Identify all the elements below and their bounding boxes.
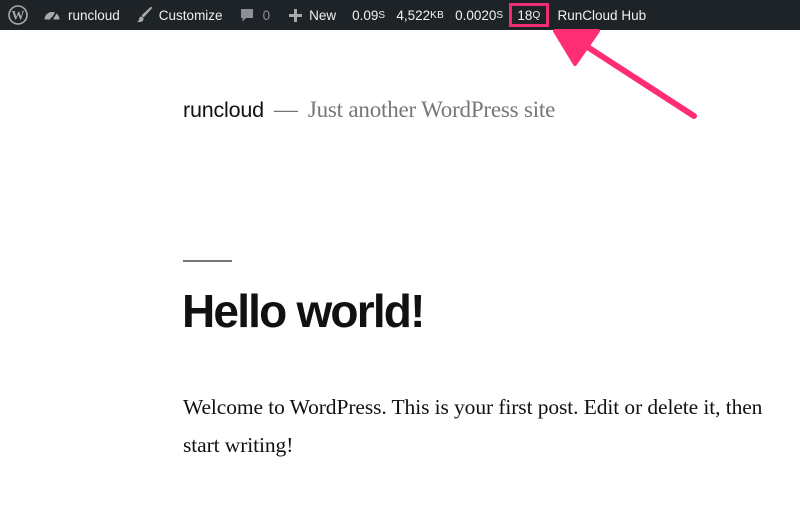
- qm-memory-unit: KB: [430, 9, 445, 21]
- site-title-link[interactable]: runcloud: [183, 98, 264, 123]
- annotation-arrow-shaft: [583, 43, 697, 119]
- qm-db-time-value: 0.0020: [455, 7, 497, 23]
- runcloud-hub-label: RunCloud Hub: [557, 7, 647, 23]
- runcloud-hub-menu[interactable]: RunCloud Hub: [558, 0, 647, 30]
- qm-db-time[interactable]: 0.0020 S: [455, 0, 503, 30]
- customize-button[interactable]: Customize: [136, 0, 223, 30]
- wp-logo-menu[interactable]: W: [8, 0, 28, 30]
- site-title-separator: —: [273, 97, 298, 123]
- customize-label: Customize: [158, 7, 223, 23]
- wordpress-logo-icon: W: [8, 5, 28, 25]
- annotation-arrow-head: [553, 29, 600, 66]
- new-content-menu[interactable]: New: [289, 0, 336, 30]
- admin-bar: W runcloud Customize 0 New 0.09 S 4,522 …: [0, 0, 800, 30]
- qm-page-time[interactable]: 0.09 S: [352, 0, 385, 30]
- qm-page-time-value: 0.09: [352, 7, 379, 23]
- comments-menu[interactable]: 0: [239, 0, 271, 30]
- post-excerpt: Welcome to WordPress. This is your first…: [183, 395, 763, 457]
- site-name-label: runcloud: [68, 7, 120, 23]
- svg-text:W: W: [12, 8, 25, 23]
- site-description: Just another WordPress site: [307, 97, 556, 122]
- comments-count: 0: [262, 7, 271, 23]
- queries-count-value: 18: [517, 7, 533, 23]
- dashboard-gauge-icon: [44, 12, 60, 21]
- post-divider: [183, 260, 232, 262]
- qm-db-time-unit: S: [496, 9, 504, 21]
- plus-icon: [289, 8, 303, 22]
- queries-count[interactable]: 18 Q: [509, 3, 549, 27]
- qm-memory[interactable]: 4,522 KB: [396, 0, 444, 30]
- comment-bubble-icon: [240, 9, 253, 22]
- post-title-link[interactable]: Hello world!: [182, 284, 425, 339]
- queries-count-unit: Q: [532, 9, 541, 21]
- paintbrush-icon: [136, 7, 152, 23]
- qm-memory-value: 4,522: [396, 7, 431, 23]
- site-branding: runcloud — Just another WordPress site: [183, 97, 555, 124]
- new-label: New: [309, 7, 337, 23]
- site-name-menu[interactable]: runcloud: [43, 0, 120, 30]
- qm-page-time-unit: S: [378, 9, 386, 21]
